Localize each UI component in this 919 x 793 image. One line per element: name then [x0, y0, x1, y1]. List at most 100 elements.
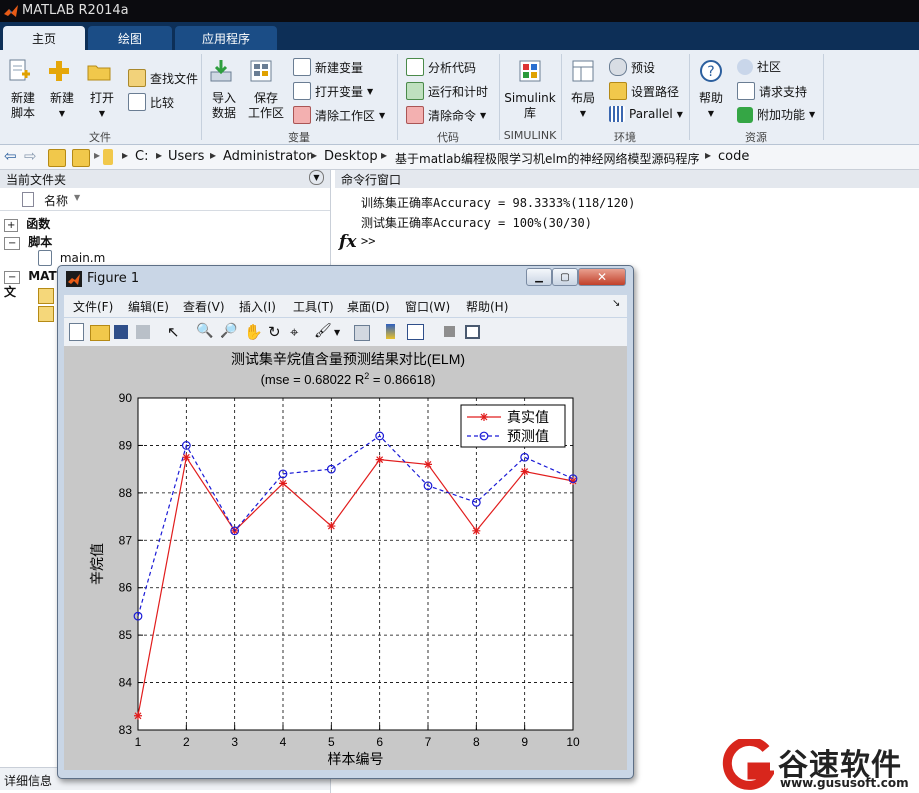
- set-path-button[interactable]: 设置路径: [609, 82, 679, 100]
- request-support-button[interactable]: 请求支持: [737, 82, 807, 100]
- brush-dropdown-icon[interactable]: ▼: [334, 328, 340, 337]
- show-plot-tools-icon[interactable]: [465, 325, 480, 339]
- open-dropdown-icon[interactable]: ▼: [86, 106, 118, 121]
- import-data-button[interactable]: 导入 数据: [208, 58, 240, 121]
- clear-workspace-dropdown-icon[interactable]: ▼: [379, 111, 385, 120]
- menu-file[interactable]: 文件(F): [73, 298, 113, 315]
- analyze-code-button[interactable]: 分析代码: [406, 58, 476, 76]
- y-tick-label: 85: [119, 628, 133, 642]
- minimize-button[interactable]: ▁: [526, 268, 552, 286]
- mat-file-icon[interactable]: [38, 306, 54, 322]
- pan-hand-icon[interactable]: ✋: [244, 323, 263, 341]
- layout-button[interactable]: 布局 ▼: [566, 58, 600, 121]
- new-figure-icon[interactable]: [69, 323, 84, 341]
- find-files-button[interactable]: 查找文件: [128, 69, 198, 87]
- new-script-button[interactable]: 新建 脚本: [6, 58, 40, 121]
- addons-dropdown-icon[interactable]: ▼: [809, 110, 815, 119]
- breadcrumb-administrator[interactable]: Administrator: [223, 149, 312, 164]
- file-main-m[interactable]: main.m: [38, 250, 238, 266]
- tab-apps[interactable]: 应用程序: [175, 26, 277, 50]
- data-point-marker: [134, 711, 142, 720]
- sort-arrow-icon[interactable]: ▼: [74, 193, 80, 202]
- close-button[interactable]: ✕: [578, 268, 626, 286]
- edit-plot-pointer-icon[interactable]: ↖: [167, 323, 185, 341]
- brush-icon[interactable]: 🖌: [314, 323, 332, 341]
- simulink-library-button[interactable]: Simulink 库: [502, 58, 558, 121]
- addons-button[interactable]: 附加功能 ▼: [737, 106, 815, 123]
- up-folder-icon[interactable]: [48, 149, 66, 167]
- new-variable-button[interactable]: 新建变量: [293, 58, 363, 76]
- maximize-button[interactable]: ▢: [552, 268, 578, 286]
- link-plot-icon[interactable]: [354, 325, 370, 341]
- help-button[interactable]: ? 帮助 ▼: [695, 58, 727, 121]
- parallel-button[interactable]: Parallel ▼: [609, 106, 683, 122]
- rotate-3d-icon[interactable]: ↻: [268, 323, 286, 341]
- panel-menu-icon[interactable]: ▼: [309, 170, 324, 185]
- mat-file-icon[interactable]: [38, 288, 54, 304]
- zoom-in-icon[interactable]: 🔍: [196, 323, 214, 341]
- open-variable-button[interactable]: 打开变量 ▼: [293, 82, 373, 100]
- figure-title-bar[interactable]: Figure 1 ▁ ▢ ✕: [58, 266, 633, 292]
- new-dropdown-icon[interactable]: ▼: [46, 106, 78, 121]
- open-file-icon[interactable]: [90, 325, 110, 341]
- clear-commands-button[interactable]: 清除命令 ▼: [406, 106, 486, 124]
- dock-arrow-icon[interactable]: ↘: [612, 298, 620, 309]
- menu-window[interactable]: 窗口(W): [405, 298, 450, 315]
- expand-icon[interactable]: +: [4, 219, 19, 232]
- back-arrow-icon[interactable]: ⇦: [4, 147, 17, 165]
- function-browser-icon[interactable]: fx: [339, 232, 356, 252]
- legend-icon[interactable]: [407, 324, 424, 340]
- clear-commands-dropdown-icon[interactable]: ▼: [480, 111, 486, 120]
- group-functions[interactable]: + 函数: [4, 215, 304, 232]
- x-tick-label: 7: [425, 735, 432, 749]
- breadcrumb-drive[interactable]: C:: [135, 149, 148, 164]
- group-mat-files[interactable]: − MAT 文: [4, 269, 64, 299]
- chart[interactable]: 测试集辛烷值含量预测结果对比(ELM) (mse = 0.68022 R2 = …: [64, 346, 627, 770]
- collapse-icon[interactable]: −: [4, 271, 21, 284]
- open-variable-icon: [293, 82, 311, 100]
- compare-button[interactable]: 比较: [128, 93, 174, 111]
- data-cursor-icon[interactable]: ⌖: [290, 323, 308, 341]
- legend[interactable]: 真实值预测值: [460, 404, 566, 448]
- layout-dropdown-icon[interactable]: ▼: [566, 106, 600, 121]
- collapse-icon[interactable]: −: [4, 237, 21, 250]
- save-icon[interactable]: [114, 325, 128, 339]
- menu-view[interactable]: 查看(V): [183, 298, 225, 315]
- menu-insert[interactable]: 插入(I): [239, 298, 276, 315]
- menu-desktop[interactable]: 桌面(D): [347, 298, 390, 315]
- browse-folder-icon[interactable]: [72, 149, 90, 167]
- preferences-button[interactable]: 预设: [609, 58, 655, 76]
- menu-help[interactable]: 帮助(H): [466, 298, 508, 315]
- open-button[interactable]: 打开 ▼: [86, 58, 118, 121]
- breadcrumb-code[interactable]: code: [718, 149, 749, 164]
- command-prompt[interactable]: >>: [361, 234, 375, 248]
- group-scripts[interactable]: − 脚本: [4, 233, 304, 250]
- zoom-out-icon[interactable]: 🔎: [220, 323, 238, 341]
- breadcrumb-desktop[interactable]: Desktop: [324, 149, 378, 164]
- breadcrumb-project-folder[interactable]: 基于matlab编程极限学习机elm的神经网络模型源码程序: [395, 150, 699, 167]
- parallel-dropdown-icon[interactable]: ▼: [677, 110, 683, 119]
- menu-edit[interactable]: 编辑(E): [128, 298, 169, 315]
- help-dropdown-icon[interactable]: ▼: [695, 106, 727, 121]
- hide-plot-tools-icon[interactable]: [444, 326, 455, 337]
- new-button[interactable]: 新建 ▼: [46, 58, 78, 121]
- forward-arrow-icon[interactable]: ⇨: [24, 147, 37, 165]
- analyze-code-label: 分析代码: [428, 60, 477, 75]
- menu-tools[interactable]: 工具(T): [293, 298, 334, 315]
- data-point-marker: [279, 479, 287, 488]
- save-workspace-button[interactable]: 保存 工作区: [248, 58, 284, 121]
- tab-home[interactable]: 主页: [3, 26, 85, 50]
- colorbar-icon[interactable]: [386, 324, 395, 339]
- figure-canvas: 测试集辛烷值含量预测结果对比(ELM) (mse = 0.68022 R2 = …: [64, 346, 627, 770]
- breadcrumb-users[interactable]: Users: [168, 149, 204, 164]
- open-variable-dropdown-icon[interactable]: ▼: [367, 87, 373, 96]
- print-icon[interactable]: [136, 325, 150, 339]
- name-column-header[interactable]: 名称: [44, 192, 68, 209]
- community-button[interactable]: 社区: [737, 58, 781, 75]
- tab-plots[interactable]: 绘图: [88, 26, 172, 50]
- x-tick-label: 10: [566, 735, 580, 749]
- clear-workspace-button[interactable]: 清除工作区 ▼: [293, 106, 385, 124]
- plot-area[interactable]: [137, 397, 574, 731]
- help-icon: ?: [700, 60, 722, 82]
- run-and-time-button[interactable]: 运行和计时: [406, 82, 488, 100]
